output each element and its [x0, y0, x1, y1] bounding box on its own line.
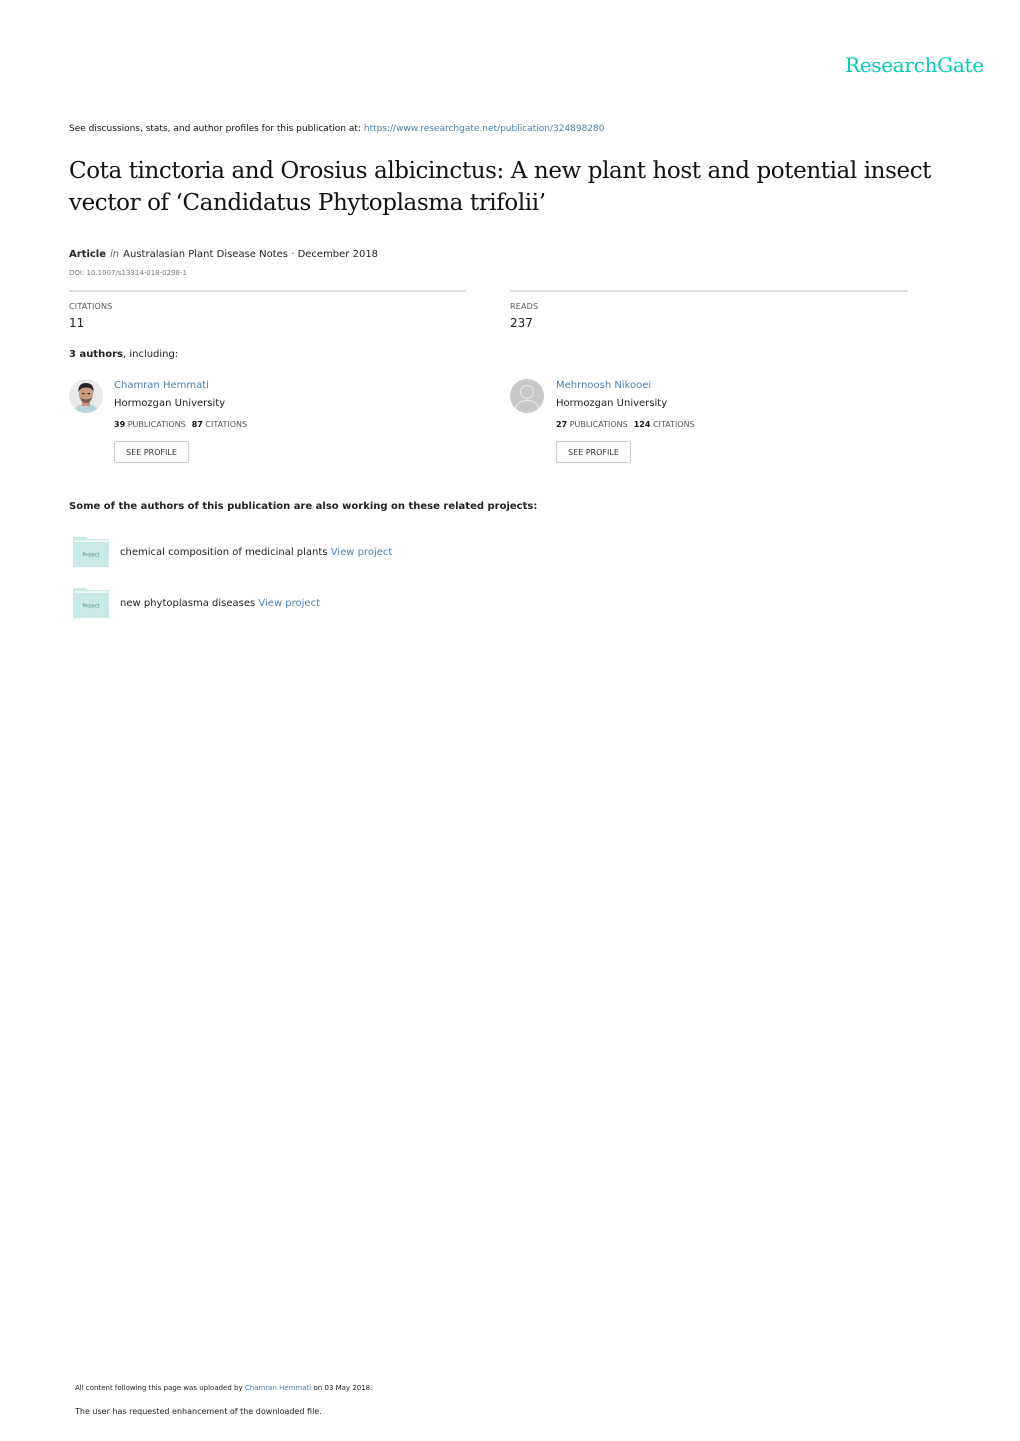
project-icon-label: Project: [82, 604, 99, 610]
project-item: new phytoplasma diseases View project: [120, 598, 320, 609]
citations-label: CITATIONS: [205, 420, 248, 429]
uploader-link[interactable]: Chamran Hemmati: [245, 1384, 311, 1392]
citations-value: 11: [69, 316, 85, 330]
in-label: in: [110, 249, 120, 260]
citations-label: CITATIONS: [69, 302, 113, 311]
project-folder-icon: Project: [73, 588, 109, 618]
citations-divider: [69, 290, 466, 292]
project-icon-label: Project: [82, 553, 99, 559]
authors-count: 3 authors: [69, 349, 123, 360]
author-name-link[interactable]: Mehrnoosh Nikooei: [556, 380, 651, 391]
author-avatar[interactable]: [69, 379, 103, 413]
upload-suffix: on 03 May 2018.: [311, 1384, 373, 1392]
date-separator: ·: [288, 249, 298, 260]
default-user-icon: [510, 379, 544, 413]
researchgate-logo[interactable]: ResearchGate: [845, 53, 984, 77]
view-project-link[interactable]: View project: [258, 598, 320, 609]
see-profile-button[interactable]: SEE PROFILE: [556, 441, 631, 463]
publication-type: Article: [69, 249, 107, 260]
project-item: chemical composition of medicinal plants…: [120, 547, 392, 558]
citations-count: 87: [191, 420, 203, 429]
enhancement-note: The user has requested enhancement of th…: [75, 1407, 322, 1416]
doi: DOI: 10.1007/s13314-018-0298-1: [69, 269, 187, 277]
publication-date: December 2018: [297, 249, 379, 260]
author-photo-icon: [69, 379, 103, 413]
journal-name: Australasian Plant Disease Notes: [123, 249, 289, 260]
project-folder-icon: Project: [73, 537, 109, 567]
upload-prefix: All content following this page was uplo…: [75, 1384, 245, 1392]
project-name: chemical composition of medicinal plants: [120, 547, 328, 558]
author-stats: 27 PUBLICATIONS 124 CITATIONS: [556, 420, 695, 429]
see-profile-button[interactable]: SEE PROFILE: [114, 441, 189, 463]
reads-label: READS: [510, 302, 539, 311]
publications-count: 39: [114, 420, 126, 429]
citations-label: CITATIONS: [652, 420, 695, 429]
see-discussions-line: See discussions, stats, and author profi…: [69, 124, 605, 134]
citations-count: 124: [633, 420, 651, 429]
reads-divider: [510, 290, 908, 292]
view-project-link[interactable]: View project: [331, 547, 393, 558]
author-institution: Hormozgan University: [114, 398, 226, 409]
author-institution: Hormozgan University: [556, 398, 668, 409]
publication-title: Cota tinctoria and Orosius albicinctus: …: [69, 158, 932, 216]
publication-meta: Article in Australasian Plant Disease Note…: [69, 249, 378, 260]
publications-count: 27: [556, 420, 568, 429]
publications-label: PUBLICATIONS: [127, 420, 186, 429]
publication-url-link[interactable]: https://www.researchgate.net/publication…: [364, 124, 605, 134]
project-name: new phytoplasma diseases: [120, 598, 256, 609]
reads-value: 237: [510, 316, 533, 330]
related-projects-heading: Some of the authors of this publication …: [69, 501, 538, 512]
see-discussions-text: See discussions, stats, and author profi…: [69, 124, 364, 134]
authors-suffix: , including:: [122, 349, 179, 360]
author-stats: 39 PUBLICATIONS 87 CITATIONS: [114, 420, 247, 429]
author-name-link[interactable]: Chamran Hemmati: [114, 380, 209, 391]
author-avatar[interactable]: [510, 379, 544, 413]
publications-label: PUBLICATIONS: [569, 420, 628, 429]
upload-note: All content following this page was uplo…: [75, 1384, 372, 1392]
authors-heading: 3 authors, including:: [69, 349, 178, 360]
